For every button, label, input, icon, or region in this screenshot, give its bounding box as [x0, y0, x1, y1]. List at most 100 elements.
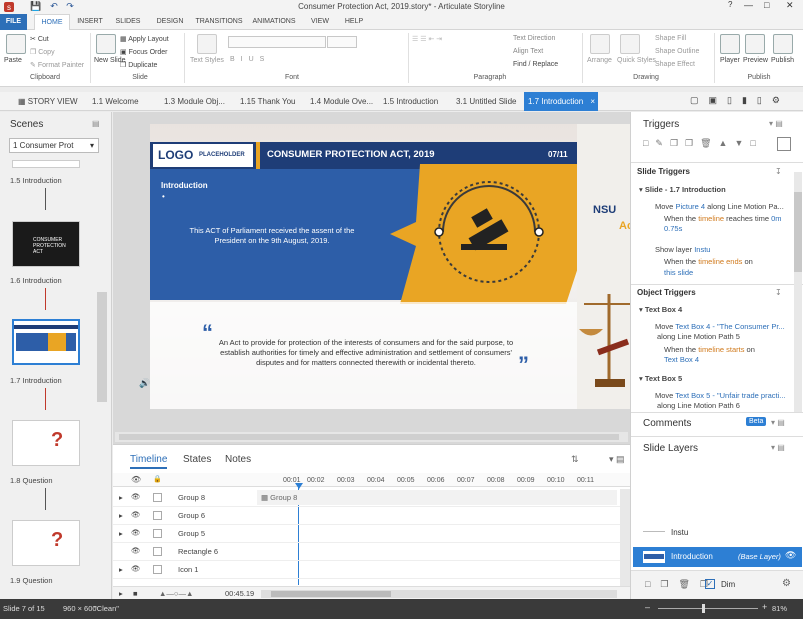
triggers-scrollbar[interactable]	[794, 172, 802, 412]
tab-help[interactable]: HELP	[340, 14, 368, 30]
triggers-scroll-thumb[interactable]	[794, 192, 802, 272]
timeline-h-scrollbar[interactable]	[261, 590, 617, 598]
expand-icon[interactable]: ▸	[119, 529, 123, 538]
tab-transitions[interactable]: TRANSITIONS	[192, 14, 246, 30]
expand-icon[interactable]: ▸	[119, 565, 123, 574]
trigger-view-icon[interactable]	[777, 137, 791, 151]
player-button[interactable]: Player	[720, 57, 740, 64]
lock-checkbox[interactable]	[153, 529, 162, 538]
offslide-picture[interactable]: NSU Ac	[577, 124, 630, 409]
preview-button[interactable]: Preview	[743, 57, 768, 64]
tab-design[interactable]: DESIGN	[151, 14, 189, 30]
timeline-scroll-thumb[interactable]	[271, 591, 391, 597]
paste-button[interactable]: Paste	[4, 57, 22, 64]
shape-fill-button[interactable]: Shape Fill	[655, 35, 686, 42]
dock-icon[interactable]: ▤	[92, 119, 100, 128]
tab-timeline[interactable]: Timeline	[130, 454, 168, 469]
lock-checkbox[interactable]	[153, 565, 162, 574]
tab-slide-1-15[interactable]: 1.15 Thank You	[236, 92, 299, 111]
tab-states[interactable]: States	[183, 454, 211, 465]
publish-icon[interactable]	[773, 34, 793, 54]
font-size-select[interactable]	[327, 36, 357, 48]
shape-effect-button[interactable]: Shape Effect	[655, 61, 695, 68]
text-styles-button[interactable]: Text Styles	[190, 57, 224, 64]
copy-button[interactable]: ❐ Copy	[30, 48, 55, 56]
object-group-heading[interactable]: ▾ Text Box 5	[639, 374, 682, 384]
visibility-icon[interactable]: 👁	[131, 528, 141, 537]
align-text-button[interactable]: Align Text	[513, 48, 543, 55]
tab-file[interactable]: FILE	[0, 14, 27, 30]
cut-button[interactable]: ✂ Cut	[30, 35, 49, 43]
eye-icon[interactable]: 👁	[131, 475, 141, 484]
zoom-slider-icon[interactable]: ▲—○—▲	[159, 589, 193, 598]
trigger-item[interactable]: Show layer Instu	[655, 245, 710, 255]
slide-thumb-1-9[interactable]: ?	[12, 520, 80, 566]
timeline-row[interactable]: 👁 Rectangle 6	[113, 543, 630, 561]
apply-layout-button[interactable]: ▦ Apply Layout	[120, 35, 169, 43]
visibility-icon[interactable]: 👁	[131, 510, 141, 519]
lock-icon[interactable]: 🔒	[153, 475, 162, 483]
quick-styles-button[interactable]: Quick Styles	[617, 57, 656, 64]
slide-thumb-1-7[interactable]	[12, 319, 80, 365]
tab-animations[interactable]: ANIMATIONS	[250, 14, 298, 30]
help-icon[interactable]: ?	[728, 0, 732, 9]
slide-group-heading[interactable]: ▾ Slide - 1.7 Introduction	[639, 185, 726, 195]
tab-slide-3-1[interactable]: 3.1 Untitled Slide	[452, 92, 520, 111]
play-icon[interactable]: ▸	[119, 589, 123, 598]
view-mode-icons[interactable]: ▢▣▯▮▯⚙	[690, 95, 790, 106]
trigger-toolbar-icons[interactable]: □✎❐❐🗑▲▼□	[643, 138, 763, 149]
visibility-icon[interactable]: 👁	[131, 546, 141, 555]
trigger-item[interactable]: Move Picture 4 along Line Motion Pa...	[655, 202, 800, 212]
minimize-icon[interactable]: —	[744, 0, 753, 10]
format-painter-button[interactable]: ✎ Format Painter	[30, 61, 84, 69]
lock-checkbox[interactable]	[153, 511, 162, 520]
arrange-icon[interactable]	[590, 34, 610, 54]
tab-story-view[interactable]: ▦ STORY VIEW	[14, 92, 82, 111]
panel-menu-icon[interactable]: ▾ ▤	[771, 418, 785, 427]
tab-slide-1-5[interactable]: 1.5 Introduction	[379, 92, 442, 111]
panel-menu-icon[interactable]: ▾ ▤	[771, 443, 785, 452]
focus-order-button[interactable]: ▣ Focus Order	[120, 48, 167, 56]
lock-checkbox[interactable]	[153, 547, 162, 556]
timeline-options-icon[interactable]: ⇅	[571, 454, 579, 465]
object-group-heading[interactable]: ▾ Text Box 4	[639, 305, 682, 315]
stop-icon[interactable]: ■	[133, 589, 138, 598]
player-icon[interactable]	[720, 34, 740, 54]
list-icons[interactable]: ☰ ☰ ⇤ ⇥	[412, 35, 442, 43]
slide-thumb-1-6[interactable]: CONSUMER PROTECTION ACT	[12, 221, 80, 267]
gear-icon[interactable]: ⚙	[782, 578, 791, 589]
dim-checkbox[interactable]: ✓	[705, 579, 715, 589]
publish-button[interactable]: Publish	[771, 57, 794, 64]
zoom-slider[interactable]	[658, 604, 758, 613]
timeline-row[interactable]: ▸ 👁 Group 8 ▦ Group 8	[113, 489, 630, 507]
trigger-item[interactable]: Move Text Box 4 - "The Consumer Pr...	[655, 322, 800, 332]
close-icon[interactable]: ✕	[786, 0, 794, 11]
timeline-row[interactable]: ▸ 👁 Icon 1	[113, 561, 630, 579]
tab-slide-1-1[interactable]: 1.1 Welcome	[88, 92, 143, 111]
shape-outline-button[interactable]: Shape Outline	[655, 48, 699, 55]
panel-menu-icon[interactable]: ▾ ▤	[609, 454, 625, 465]
timeline-row[interactable]: ▸ 👁 Group 5	[113, 525, 630, 543]
slide-thumb-1-8[interactable]: ?	[12, 420, 80, 466]
base-layer-row[interactable]: Introduction (Base Layer) 👁	[633, 547, 802, 567]
zoom-slider-thumb[interactable]	[702, 604, 705, 613]
tab-notes[interactable]: Notes	[225, 454, 251, 465]
collapse-icon[interactable]: ↧	[775, 167, 782, 176]
visibility-icon[interactable]: 👁	[131, 492, 141, 501]
canvas-scroll-thumb[interactable]	[119, 434, 619, 440]
scene-dropdown[interactable]: 1 Consumer Prot ▾	[9, 138, 99, 153]
paste-icon[interactable]	[6, 34, 26, 54]
tab-view[interactable]: VIEW	[306, 14, 334, 30]
panel-menu-icon[interactable]: ▾ ▤	[769, 119, 783, 128]
scenes-scrollbar[interactable]	[97, 292, 107, 402]
duplicate-button[interactable]: ❐ Duplicate	[120, 61, 157, 69]
expand-icon[interactable]: ▸	[119, 493, 123, 502]
timeline-v-scrollbar[interactable]	[620, 489, 630, 586]
tab-slide-1-3[interactable]: 1.3 Module Obj...	[160, 92, 229, 111]
zoom-out-icon[interactable]: –	[645, 602, 650, 612]
zoom-in-icon[interactable]: +	[762, 602, 767, 612]
timeline-bar[interactable]: ▦ Group 8	[257, 490, 617, 505]
font-family-select[interactable]	[228, 36, 326, 48]
thumb-partial[interactable]	[12, 160, 80, 168]
new-slide-icon[interactable]	[96, 34, 116, 54]
